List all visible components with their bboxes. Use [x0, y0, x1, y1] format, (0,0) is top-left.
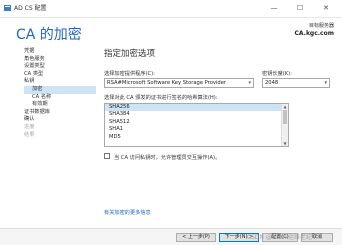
hash-list-scrollbar[interactable]: ▲ ▼: [281, 104, 288, 146]
section-title: 指定加密选项: [104, 49, 156, 59]
page-heading: CA 的加密: [16, 27, 82, 43]
hash-option[interactable]: SHA384: [105, 111, 288, 118]
chevron-down-icon: ▾: [324, 80, 327, 86]
key-length-value: 2048: [265, 80, 279, 86]
back-button[interactable]: < 上一步(P): [176, 233, 216, 242]
provider-select[interactable]: RSA#Microsoft Software Key Storage Provi…: [104, 78, 254, 88]
minimize-button[interactable]: —: [266, 2, 282, 14]
sidebar-item[interactable]: 证书数据库: [24, 109, 96, 117]
watermark: CSDN @Linux运维老纪: [246, 234, 312, 241]
sidebar-item[interactable]: CA 类型: [24, 71, 96, 79]
provider-label: 选择加密提供程序(C):: [104, 71, 155, 77]
hash-algorithm-list[interactable]: SHA256 SHA384 SHA512 SHA1 MD5 ▲ ▼: [104, 103, 289, 147]
key-length-select[interactable]: 2048 ▾: [262, 78, 330, 88]
window-title: AD CS 配置: [14, 5, 47, 12]
scroll-thumb[interactable]: [283, 110, 287, 124]
chevron-down-icon: ▾: [248, 80, 251, 86]
sidebar-item[interactable]: 加密: [24, 85, 96, 94]
maximize-button[interactable]: ☐: [292, 2, 308, 14]
sidebar-item[interactable]: 设置类型: [24, 63, 96, 71]
hash-option[interactable]: SHA512: [105, 119, 288, 126]
hash-option[interactable]: MD5: [105, 134, 288, 141]
sidebar-item: 结果: [24, 131, 35, 138]
sidebar-item[interactable]: 凭据: [24, 48, 96, 56]
hash-algorithm-label: 选择对此 CA 颁发的证书进行签名的哈希算法(H):: [104, 95, 218, 101]
sidebar-item[interactable]: 有效期: [24, 101, 96, 109]
scroll-up-icon[interactable]: ▲: [282, 104, 288, 109]
sidebar-item[interactable]: 确认: [24, 116, 96, 124]
sidebar-item: 进度: [24, 123, 35, 130]
provider-select-value: RSA#Microsoft Software Key Storage Provi…: [107, 80, 227, 86]
close-button[interactable]: ✕: [318, 2, 334, 14]
key-length-label: 密钥长度(K):: [262, 71, 292, 77]
wizard-navigation: 凭据 角色服务 设置类型 CA 类型 私钥 加密 CA 名称 有效期 证书数据库 确认 进度 结果: [24, 48, 96, 139]
admin-interaction-checkbox[interactable]: [104, 153, 110, 159]
app-icon: [4, 5, 11, 11]
target-server-name: CA.kgc.com: [294, 30, 335, 37]
hash-option[interactable]: SHA1: [105, 126, 288, 133]
sidebar-item[interactable]: 私钥: [24, 78, 96, 86]
more-about-cryptography-link[interactable]: 有关加密的更多信息: [104, 209, 151, 216]
admin-interaction-label[interactable]: 当 CA 访问私钥时，允许管理员交互操作(A)。: [114, 154, 220, 161]
title-bar: AD CS 配置 — ☐ ✕: [0, 0, 342, 18]
target-server-label: 目标服务器: [308, 23, 334, 29]
scroll-down-icon[interactable]: ▼: [282, 141, 288, 146]
hash-option[interactable]: SHA256: [105, 104, 288, 112]
